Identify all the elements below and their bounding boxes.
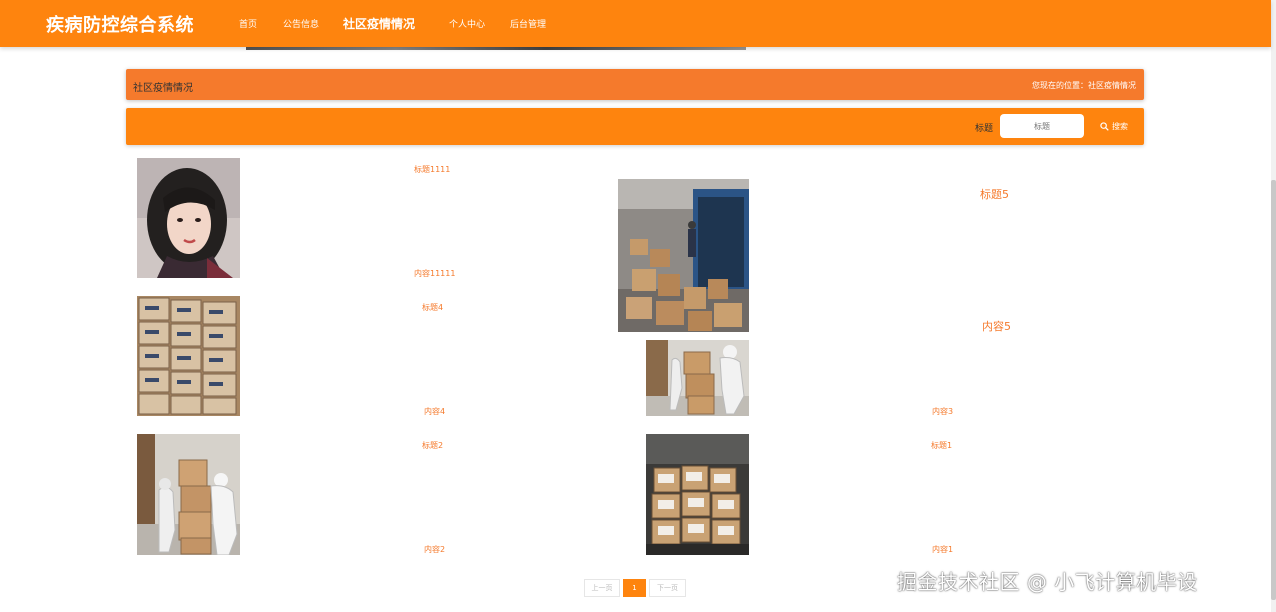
banner-image-edge [246, 47, 746, 50]
card-title[interactable]: 标题4 [422, 302, 443, 313]
card-title[interactable]: 标题2 [422, 440, 443, 451]
nav-item-notices[interactable]: 公告信息 [283, 17, 319, 30]
card-image-portrait[interactable] [137, 158, 240, 278]
search-button[interactable]: 搜索 [1092, 115, 1136, 137]
card-content: 内容3 [932, 407, 954, 416]
card-content: 内容1 [932, 545, 954, 554]
nav-item-community-epidemic[interactable]: 社区疫情情况 [343, 15, 415, 32]
card-image-worker-lifting[interactable] [137, 434, 240, 555]
scrollbar-thumb[interactable] [1271, 180, 1276, 600]
card-image-stacked-boxes[interactable] [137, 296, 240, 416]
search-bar: 标题 搜索 [126, 108, 1144, 145]
card-title[interactable]: 标题1111 [414, 164, 450, 175]
card-title[interactable]: 标题1 [931, 440, 952, 451]
pagination-next-button[interactable]: 下一页 [649, 579, 686, 597]
nav-item-home[interactable]: 首页 [239, 17, 257, 30]
pagination-page-1[interactable]: 1 [623, 579, 646, 597]
card-content: 内容5 [982, 320, 1011, 333]
breadcrumb-location: 您现在的位置：社区疫情情况 [1032, 81, 1136, 90]
card-content: 内容4 [424, 407, 446, 416]
top-nav-bar: 疾病防控综合系统 首页 公告信息 社区疫情情况 个人中心 后台管理 [0, 0, 1271, 47]
pagination-prev-button[interactable]: 上一页 [584, 579, 620, 597]
card-title[interactable]: 标题5 [980, 186, 1009, 202]
breadcrumb: 社区疫情情况 您现在的位置：社区疫情情况 [126, 69, 1144, 100]
card-image-boxes-truck[interactable] [618, 179, 749, 332]
watermark-text: 掘金技术社区 @ 小飞计算机毕设 [897, 570, 1198, 594]
card-image-worker-boxes[interactable] [646, 340, 749, 416]
page-title: 社区疫情情况 [133, 83, 193, 94]
brand-title[interactable]: 疾病防控综合系统 [46, 11, 194, 37]
nav-item-personal-center[interactable]: 个人中心 [449, 17, 485, 30]
search-button-label: 搜索 [1112, 121, 1128, 131]
search-input[interactable] [1000, 114, 1084, 138]
card-image-supply-boxes[interactable] [646, 434, 749, 555]
card-content: 内容11111 [414, 269, 456, 278]
card-content: 内容2 [424, 545, 446, 554]
search-label: 标题 [975, 124, 994, 134]
nav-item-admin[interactable]: 后台管理 [510, 17, 546, 30]
search-icon [1100, 121, 1109, 131]
